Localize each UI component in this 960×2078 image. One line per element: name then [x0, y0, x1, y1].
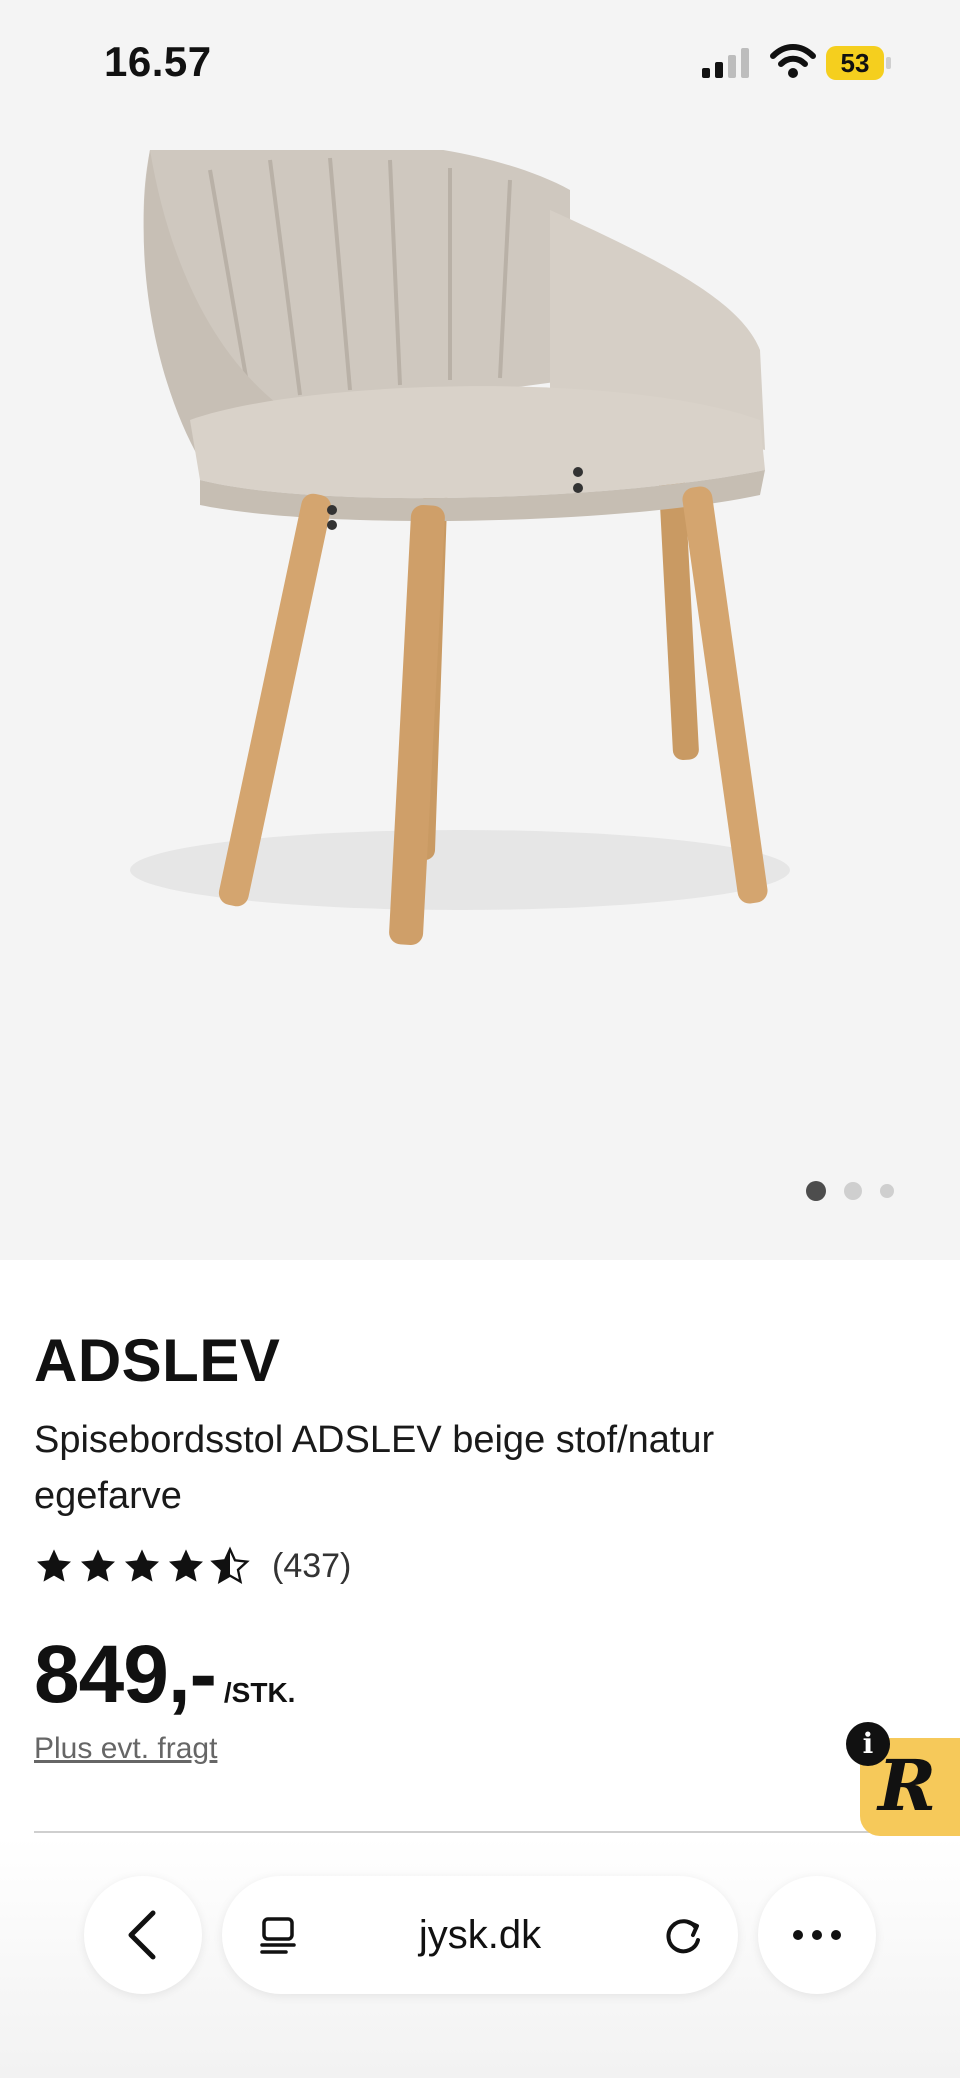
star-icon	[37, 1549, 71, 1582]
gallery-pagination[interactable]	[806, 1180, 894, 1202]
back-button[interactable]	[84, 1876, 202, 1994]
rating-stars	[34, 1546, 250, 1586]
chevron-left-icon	[128, 1910, 156, 1960]
shipping-link[interactable]: Plus evt. fragt	[34, 1732, 217, 1766]
more-button[interactable]	[758, 1876, 876, 1994]
product-description: Spisebordsstol ADSLEV beige stof/natur e…	[34, 1419, 715, 1517]
more-icon	[793, 1930, 841, 1940]
address-bar[interactable]: jysk.dk	[222, 1876, 738, 1994]
battery-icon: 53	[826, 46, 896, 80]
gallery-dot[interactable]	[844, 1182, 862, 1200]
product-brand: ADSLEV	[34, 1327, 281, 1394]
battery-level: 53	[840, 48, 870, 78]
rating-count[interactable]: (437)	[272, 1547, 351, 1586]
r-logo-icon: R	[878, 1744, 937, 1827]
product-image-gallery[interactable]	[0, 0, 960, 1260]
signal-icon	[702, 48, 749, 78]
star-icon	[81, 1549, 115, 1582]
product-image[interactable]	[100, 150, 860, 1070]
reload-icon[interactable]	[662, 1914, 706, 1958]
price: 849,- /STK.	[34, 1628, 295, 1722]
star-icon	[125, 1549, 159, 1582]
star-icon	[169, 1549, 203, 1582]
wifi-icon	[770, 44, 816, 78]
product-rating[interactable]: (437)	[34, 1546, 351, 1586]
url-text[interactable]: jysk.dk	[222, 1876, 738, 1994]
status-bar: 16.57 53	[0, 0, 960, 130]
info-icon[interactable]: i	[846, 1722, 890, 1766]
price-value: 849,-	[34, 1629, 217, 1720]
divider	[34, 1831, 874, 1833]
gallery-dot-active[interactable]	[806, 1181, 826, 1201]
price-unit: /STK.	[223, 1677, 296, 1708]
gallery-dot[interactable]	[880, 1184, 894, 1198]
star-half-icon	[210, 1546, 250, 1584]
status-time: 16.57	[104, 38, 212, 85]
